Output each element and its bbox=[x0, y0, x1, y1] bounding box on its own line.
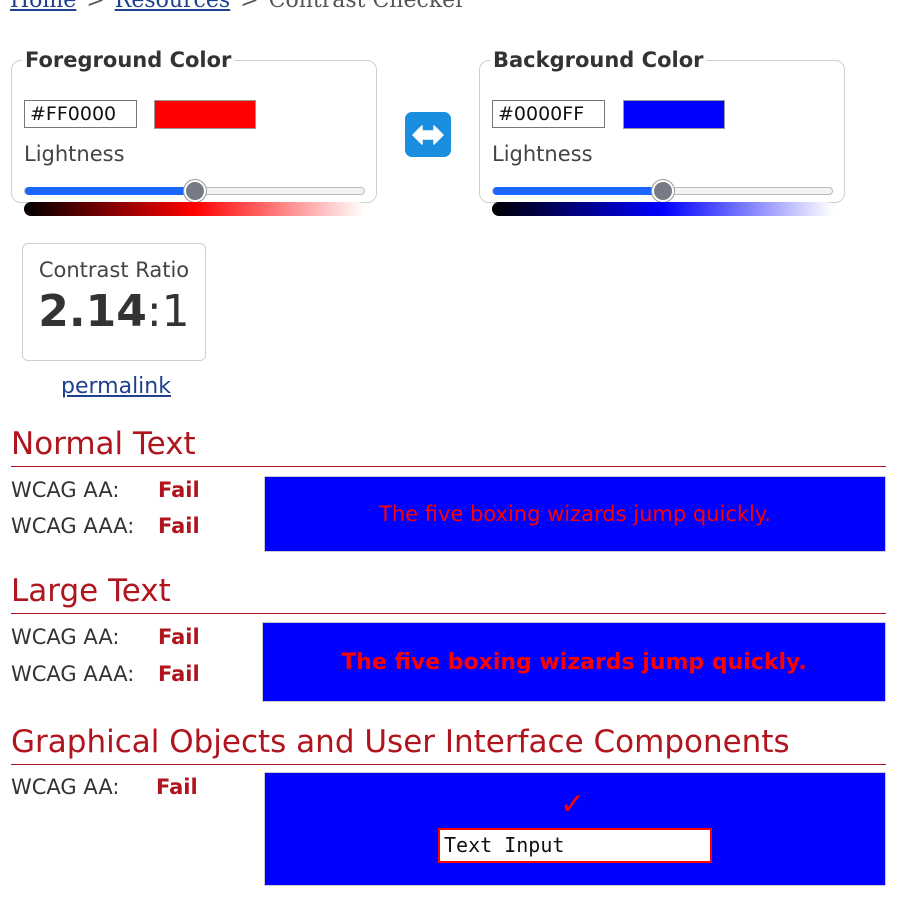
large-aa-label: WCAG AA: bbox=[11, 625, 120, 649]
foreground-color-swatch[interactable] bbox=[154, 100, 256, 129]
normal-aaa-result: Fail bbox=[158, 514, 200, 538]
foreground-lightness-label: Lightness bbox=[24, 142, 125, 166]
large-aa-result: Fail bbox=[158, 625, 200, 649]
background-slider-thumb[interactable] bbox=[651, 180, 674, 202]
foreground-hex-input[interactable] bbox=[24, 100, 137, 128]
permalink-link[interactable]: permalink bbox=[61, 374, 171, 399]
normal-aaa-label: WCAG AAA: bbox=[11, 514, 135, 538]
breadcrumb-current: Contrast Checker bbox=[268, 0, 466, 13]
background-color-panel: Background Color Lightness bbox=[479, 48, 845, 216]
background-lightness-slider[interactable] bbox=[492, 180, 833, 202]
normal-text-sample: The five boxing wizards jump quickly. bbox=[264, 476, 886, 552]
foreground-color-panel: Foreground Color Lightness bbox=[11, 48, 377, 216]
contrast-ratio-value: 2.14:1 bbox=[23, 286, 205, 337]
breadcrumb-separator: > bbox=[240, 0, 259, 13]
checkmark-icon: ✓ bbox=[560, 787, 586, 822]
background-hex-input[interactable] bbox=[492, 100, 605, 128]
graphics-aa-label: WCAG AA: bbox=[11, 775, 120, 799]
large-text-sample: The five boxing wizards jump quickly. bbox=[262, 622, 886, 702]
breadcrumb: Home > Resources > Contrast Checker bbox=[10, 0, 466, 13]
graphics-aa-result: Fail bbox=[156, 775, 198, 799]
large-aaa-label: WCAG AAA: bbox=[11, 662, 135, 686]
background-legend: Background Color bbox=[493, 48, 704, 72]
normal-aa-label: WCAG AA: bbox=[11, 478, 120, 502]
large-aaa-result: Fail bbox=[158, 662, 200, 686]
ratio-number: 2.14 bbox=[38, 286, 147, 337]
foreground-slider-thumb[interactable] bbox=[183, 180, 206, 202]
foreground-lightness-gradient bbox=[24, 202, 365, 216]
foreground-lightness-slider[interactable] bbox=[24, 180, 365, 202]
foreground-slider-fill bbox=[25, 187, 195, 195]
divider bbox=[11, 466, 886, 467]
normal-aa-result: Fail bbox=[158, 478, 200, 502]
divider bbox=[11, 613, 886, 614]
background-lightness-gradient bbox=[492, 202, 833, 216]
sample-text-input[interactable]: Text Input bbox=[438, 828, 712, 863]
background-lightness-label: Lightness bbox=[492, 142, 593, 166]
swap-colors-button[interactable] bbox=[405, 112, 451, 157]
breadcrumb-home-link[interactable]: Home bbox=[10, 0, 76, 13]
foreground-legend: Foreground Color bbox=[25, 48, 232, 72]
swap-arrows-icon bbox=[412, 124, 444, 145]
divider bbox=[11, 764, 886, 765]
background-color-swatch[interactable] bbox=[623, 100, 725, 129]
breadcrumb-separator: > bbox=[86, 0, 105, 13]
large-text-heading: Large Text bbox=[11, 573, 171, 609]
graphics-sample: ✓ Text Input bbox=[264, 772, 886, 886]
contrast-ratio-box: Contrast Ratio 2.14:1 bbox=[22, 243, 206, 361]
graphics-heading: Graphical Objects and User Interface Com… bbox=[11, 724, 790, 760]
normal-text-heading: Normal Text bbox=[11, 426, 196, 462]
breadcrumb-resources-link[interactable]: Resources bbox=[115, 0, 230, 13]
contrast-ratio-label: Contrast Ratio bbox=[38, 258, 190, 282]
background-slider-fill bbox=[493, 187, 663, 195]
ratio-suffix: :1 bbox=[146, 286, 190, 337]
